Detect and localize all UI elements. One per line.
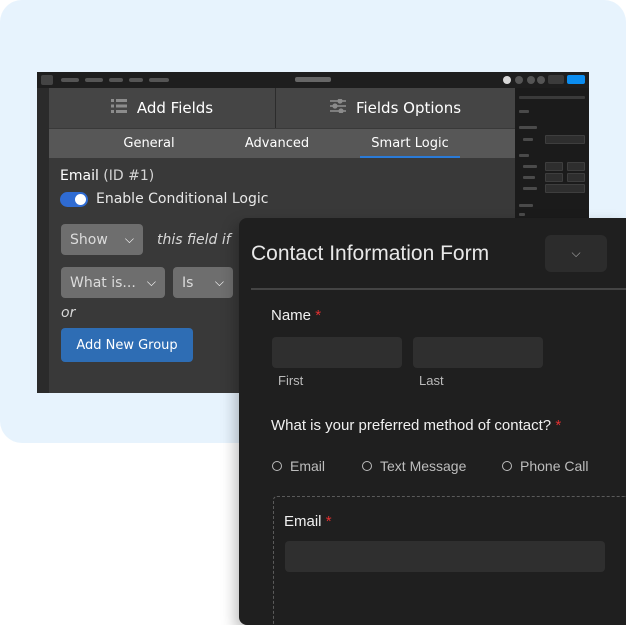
top-bar-tab[interactable] — [109, 78, 123, 82]
form-preview-card: Contact Information Form ⌵ Name * First … — [239, 218, 626, 625]
this-field-if-text: this field if — [157, 232, 231, 248]
top-bar-tab[interactable] — [85, 78, 103, 82]
publish-button[interactable] — [567, 75, 585, 84]
sidebar-input[interactable] — [545, 173, 563, 182]
radio-circle-icon — [362, 461, 372, 471]
name-field-label-text: Name — [271, 307, 312, 324]
required-marker: * — [315, 307, 322, 324]
sidebar-label — [519, 213, 525, 216]
sidebar-label — [519, 126, 537, 129]
radio-circle-icon — [502, 461, 512, 471]
form-options-dropdown[interactable]: ⌵ — [545, 235, 607, 272]
add-new-group-button[interactable]: Add New Group — [61, 328, 193, 362]
panel-top-tabs: Add Fields Fields Options — [49, 88, 515, 128]
show-hide-select-value: Show — [70, 231, 108, 248]
top-bar-tab[interactable] — [149, 78, 169, 82]
sliders-icon — [329, 98, 346, 117]
email-field-label: Email * — [284, 513, 332, 530]
sidebar-input[interactable] — [567, 162, 585, 171]
sidebar-input[interactable] — [567, 173, 585, 182]
chevron-down-icon: ⌵ — [146, 275, 156, 289]
sidebar-label — [523, 187, 537, 190]
sidebar-label — [523, 165, 537, 168]
conditional-logic-label: Enable Conditional Logic — [96, 191, 269, 207]
chevron-down-icon: ⌵ — [571, 246, 581, 260]
alignment-toolbar[interactable] — [519, 96, 585, 99]
show-hide-select[interactable]: Show ⌵ — [61, 224, 143, 255]
required-marker: * — [555, 417, 562, 434]
tab-general[interactable]: General — [89, 129, 209, 158]
radio-circle-icon — [272, 461, 282, 471]
field-heading: Email (ID #1) — [60, 168, 154, 184]
conditional-field-container: Email * — [273, 496, 626, 625]
tab-smart-logic[interactable]: Smart Logic — [360, 129, 460, 158]
sidebar-label — [519, 204, 533, 207]
radio-option-text-message[interactable]: Text Message — [362, 458, 466, 474]
operator-select[interactable]: Is ⌵ — [173, 267, 233, 298]
avatar-icon[interactable] — [503, 76, 511, 84]
list-icon — [110, 99, 127, 117]
contact-method-label: What is your preferred method of contact… — [271, 417, 561, 434]
conditional-logic-toggle[interactable] — [60, 192, 88, 207]
app-logo — [41, 75, 53, 85]
sidebar-label — [523, 176, 535, 179]
sidebar-input[interactable] — [545, 184, 585, 193]
tab-add-fields-label: Add Fields — [136, 99, 214, 117]
condition-field-select[interactable]: What is... ⌵ — [61, 267, 165, 298]
email-input[interactable] — [285, 541, 605, 572]
tab-fields-options[interactable]: Fields Options — [276, 88, 515, 128]
sidebar-label — [519, 154, 529, 157]
radio-option-label: Text Message — [380, 458, 467, 474]
field-heading-label: Email — [60, 168, 99, 184]
tab-fields-options-label: Fields Options — [355, 99, 462, 117]
radio-option-email[interactable]: Email — [272, 458, 325, 474]
operator-select-value: Is — [182, 274, 194, 291]
radio-option-phone-call[interactable]: Phone Call — [502, 458, 589, 474]
field-id-label: (ID #1) — [103, 168, 155, 184]
preview-icon[interactable] — [537, 76, 545, 84]
or-text: or — [61, 305, 76, 321]
editor-top-bar — [37, 72, 589, 88]
save-button[interactable] — [548, 75, 564, 84]
form-title: Contact Information Form — [251, 242, 490, 265]
top-bar-title — [295, 77, 331, 82]
last-name-sublabel: Last — [419, 373, 444, 388]
sidebar-label — [523, 138, 533, 141]
tab-advanced[interactable]: Advanced — [227, 129, 327, 158]
first-name-input[interactable] — [272, 337, 402, 368]
email-field-label-text: Email — [284, 513, 322, 530]
chevron-down-icon: ⌵ — [214, 275, 224, 289]
last-name-input[interactable] — [413, 337, 543, 368]
first-name-sublabel: First — [278, 373, 304, 388]
top-bar-tab[interactable] — [61, 78, 79, 82]
name-field-label: Name * — [271, 307, 321, 324]
sidebar-label — [519, 110, 529, 113]
radio-option-label: Phone Call — [520, 458, 589, 474]
condition-field-select-value: What is... — [70, 274, 136, 291]
title-divider — [251, 288, 626, 290]
sidebar-input[interactable] — [545, 162, 563, 171]
radio-option-label: Email — [290, 458, 326, 474]
panel-sub-tabs: General Advanced Smart Logic — [49, 129, 515, 158]
top-bar-tab[interactable] — [129, 78, 143, 82]
contact-method-label-text: What is your preferred method of contact… — [271, 417, 552, 434]
help-icon[interactable] — [527, 76, 535, 84]
tab-add-fields[interactable]: Add Fields — [49, 88, 276, 128]
sidebar-input[interactable] — [545, 135, 585, 144]
settings-icon[interactable] — [515, 76, 523, 84]
required-marker: * — [325, 513, 332, 530]
chevron-down-icon: ⌵ — [124, 232, 134, 246]
